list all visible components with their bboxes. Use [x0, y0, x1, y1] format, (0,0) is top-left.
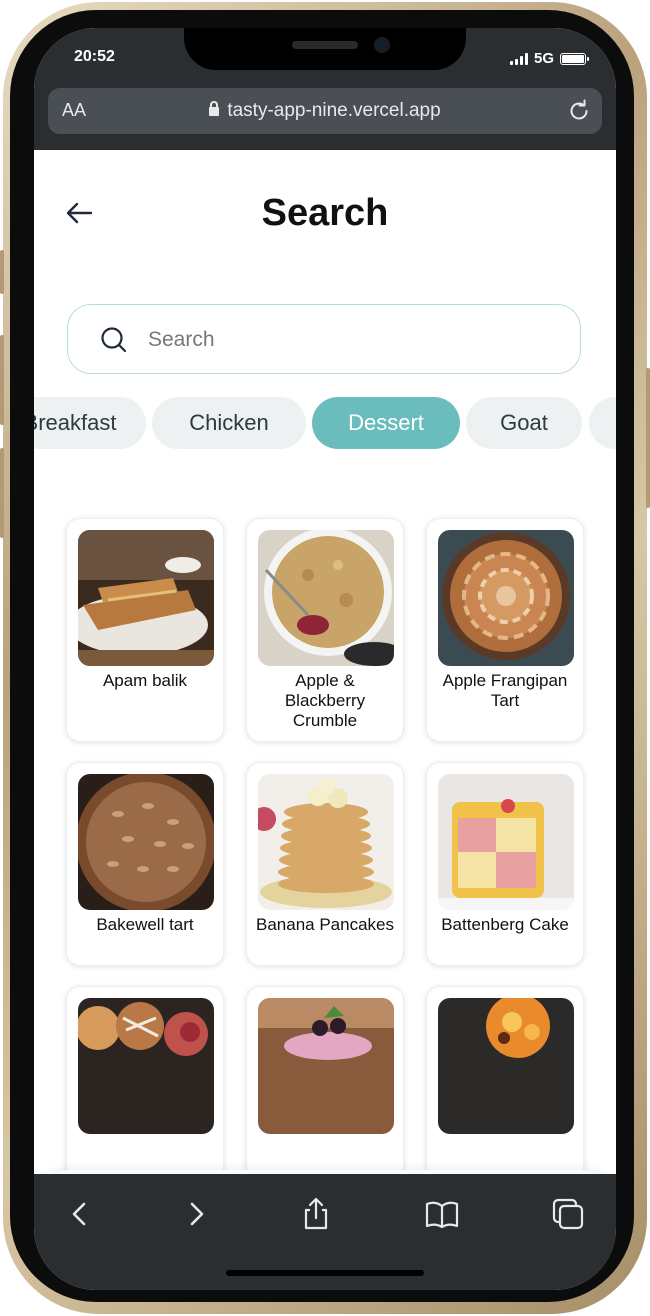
volume-down-button [0, 448, 4, 538]
recipe-title: Banana Pancakes [256, 915, 394, 934]
bookmarks-icon[interactable] [424, 1196, 460, 1232]
browser-top-bar: 20:52 5G AA tasty-app-nine.vercel.app [34, 28, 616, 150]
search-field[interactable] [67, 304, 581, 374]
share-icon[interactable] [298, 1196, 334, 1232]
recipe-title: Bakewell tart [96, 915, 194, 934]
browser-bottom-toolbar [34, 1174, 616, 1290]
recipe-card[interactable]: Banana Pancakes [246, 762, 404, 966]
network-label: 5G [533, 50, 554, 67]
page-content: Search Breakfast Chicken Dessert Goat [34, 150, 616, 1174]
recipe-image-baked-dish [438, 998, 574, 1134]
chip-label: Dessert [348, 410, 424, 435]
battery-icon [560, 52, 589, 65]
recipe-card[interactable] [246, 986, 404, 1174]
recipe-image-berry-dessert [258, 998, 394, 1134]
home-indicator [226, 1270, 424, 1276]
page-title: Search [261, 192, 389, 234]
recipe-card[interactable]: Apple Frangipan Tart [426, 518, 584, 742]
chip-label: Breakfast [34, 410, 117, 435]
front-camera [374, 37, 390, 53]
phone-screen: 20:52 5G AA tasty-app-nine.vercel.app Se… [34, 28, 616, 1290]
speaker [292, 41, 358, 49]
volume-up-button [0, 335, 4, 425]
category-chips: Breakfast Chicken Dessert Goat [34, 397, 616, 449]
browser-back-icon[interactable] [62, 1196, 98, 1232]
recipe-card[interactable]: Bakewell tart [66, 762, 224, 966]
browser-forward-icon[interactable] [178, 1196, 214, 1232]
status-time: 20:52 [74, 48, 115, 65]
recipe-image-apple-frangipan-tart [438, 530, 574, 666]
recipe-title: Battenberg Cake [441, 915, 569, 934]
chip-label: Chicken [189, 410, 269, 435]
search-icon [101, 327, 127, 353]
recipe-title: Apple Frangipan Tart [442, 671, 568, 710]
lock-icon [209, 101, 220, 116]
chip-label: Goat [500, 410, 548, 435]
tabs-icon[interactable] [550, 1196, 586, 1232]
reload-icon[interactable] [566, 98, 592, 124]
url-display[interactable]: tasty-app-nine.vercel.app [48, 100, 602, 122]
search-input[interactable] [146, 323, 550, 357]
power-button [646, 368, 650, 508]
recipe-title: Apple & Blackberry Crumble [284, 671, 366, 730]
recipe-image-apam-balik [78, 530, 214, 666]
recipe-card[interactable] [426, 986, 584, 1174]
recipe-image-banana-pancakes [258, 774, 394, 910]
chip-breakfast[interactable]: Breakfast [34, 397, 146, 449]
signal-icon [509, 52, 528, 65]
recipe-card[interactable] [66, 986, 224, 1174]
recipe-image-bakewell-tart [78, 774, 214, 910]
chip-goat[interactable]: Goat [466, 397, 582, 449]
recipe-card[interactable]: Battenberg Cake [426, 762, 584, 966]
chip-more[interactable] [589, 397, 616, 449]
notch [184, 28, 466, 70]
status-indicators: 5G [509, 50, 589, 67]
chip-chicken[interactable]: Chicken [152, 397, 306, 449]
recipe-image-pastries [78, 998, 214, 1134]
recipe-card[interactable]: Apam balik [66, 518, 224, 742]
recipe-card[interactable]: Apple & Blackberry Crumble [246, 518, 404, 742]
recipe-image-apple-blackberry-crumble [258, 530, 394, 666]
chip-dessert[interactable]: Dessert [312, 397, 460, 449]
recipe-image-battenberg-cake [438, 774, 574, 910]
mute-switch [0, 250, 4, 294]
recipe-title: Apam balik [102, 671, 188, 690]
address-bar[interactable]: AA tasty-app-nine.vercel.app [48, 88, 602, 134]
url-text: tasty-app-nine.vercel.app [227, 100, 441, 121]
